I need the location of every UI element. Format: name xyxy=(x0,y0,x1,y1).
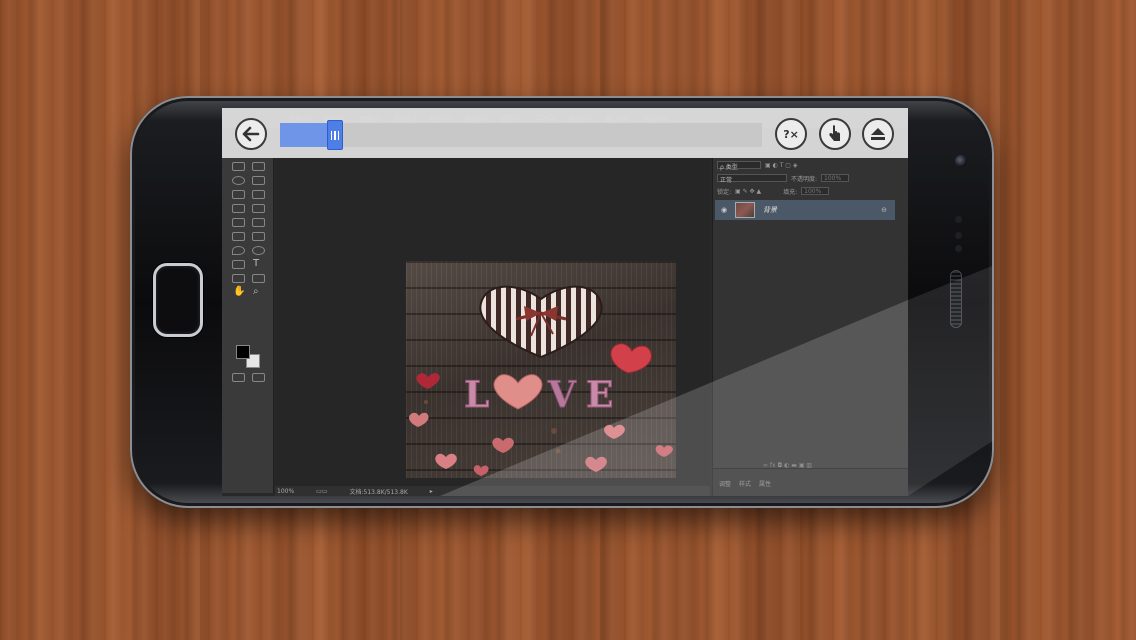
help-close-button[interactable]: ?× xyxy=(775,118,807,150)
document-size: 文档:513.8K/513.8K xyxy=(349,488,408,496)
small-heart xyxy=(409,412,429,427)
zoom-tool-icon[interactable]: ⌕ xyxy=(253,286,259,297)
lock-label: 锁定: xyxy=(717,188,732,196)
small-heart xyxy=(585,456,607,472)
letter-v: V xyxy=(547,374,577,416)
phone-screen: 文件(F)编辑(E)图像(I)图层(L)类型(Y)选择(S)滤镜(T)3D(D)… xyxy=(222,108,908,496)
move-tool-icon[interactable] xyxy=(252,162,265,171)
opacity-label: 不透明度: xyxy=(791,175,818,183)
history-brush-icon[interactable] xyxy=(252,218,265,227)
small-heart xyxy=(604,424,625,439)
status-icon: ▭▭ xyxy=(316,487,328,495)
eyedropper-icon[interactable] xyxy=(252,190,265,199)
foreground-color-swatch[interactable] xyxy=(236,345,250,359)
crop-tool-icon[interactable] xyxy=(232,190,245,199)
layers-panel: ρ 类型 ▣ ◐ T ▢ ◈ 正常 不透明度: 100% 锁定: ▣ ✎ ✥ ▲… xyxy=(712,158,908,496)
layer-thumbnail xyxy=(735,202,755,218)
sensor-dot xyxy=(955,245,962,252)
letter-l: L xyxy=(464,374,489,416)
heart-gift-box xyxy=(479,285,603,359)
fill-input[interactable]: 100% xyxy=(801,187,830,195)
panel-tabs: 调整样式属性 颜色色板路径 xyxy=(713,468,908,496)
canvas-area: L V E xyxy=(275,158,710,486)
back-button[interactable] xyxy=(235,118,267,150)
lasso-tool-icon[interactable] xyxy=(232,176,245,185)
progress-handle[interactable] xyxy=(327,120,343,150)
eject-button[interactable] xyxy=(862,118,894,150)
panel-tab[interactable]: 调整 xyxy=(719,481,731,488)
panel-tab[interactable]: 样式 xyxy=(739,481,751,488)
brush-tool-icon[interactable] xyxy=(252,204,265,213)
layer-row-background[interactable]: ◉ 背景 ⊖ xyxy=(715,200,895,220)
small-heart xyxy=(416,373,440,389)
heart-letter-o xyxy=(493,374,543,410)
red-heart xyxy=(610,343,652,374)
hand-tool-icon[interactable]: ✋ xyxy=(233,286,245,297)
layer-filter-select[interactable]: ρ 类型 xyxy=(717,161,761,171)
filter-icons[interactable]: ▣ ◐ T ▢ ◈ xyxy=(765,162,797,169)
rectangle-tool-icon[interactable] xyxy=(252,274,265,283)
hand-pointer-icon xyxy=(829,125,840,141)
blend-mode-select[interactable]: 正常 xyxy=(717,174,787,184)
path-select-icon[interactable] xyxy=(232,274,245,283)
small-heart xyxy=(473,465,489,476)
progress-slider[interactable] xyxy=(280,120,762,150)
stamp-tool-icon[interactable] xyxy=(232,218,245,227)
layer-name: 背景 xyxy=(763,206,777,214)
quick-mask-icon[interactable] xyxy=(232,373,245,382)
gradient-tool-icon[interactable] xyxy=(252,232,265,241)
marquee-tool-icon[interactable] xyxy=(232,162,245,171)
hand-pointer-button[interactable] xyxy=(819,118,851,150)
front-camera xyxy=(955,155,967,167)
type-tool-icon[interactable]: T xyxy=(253,258,259,269)
document-image: L V E xyxy=(406,261,676,478)
visibility-eye-icon[interactable]: ◉ xyxy=(721,206,727,214)
home-button[interactable] xyxy=(153,263,203,337)
blur-tool-icon[interactable] xyxy=(232,246,245,255)
tools-panel: T ✋ ⌕ xyxy=(222,158,274,493)
fill-label: 填充: xyxy=(783,188,798,196)
playback-control-bar: ?× xyxy=(222,108,908,158)
status-bar: 100% ▭▭ 文档:513.8K/513.8K ▸ xyxy=(275,486,710,496)
eraser-tool-icon[interactable] xyxy=(232,232,245,241)
lock-icons[interactable]: ▣ ✎ ✥ ▲ xyxy=(735,188,761,195)
small-heart xyxy=(655,445,673,457)
pen-tool-icon[interactable] xyxy=(232,260,245,269)
lock-icon: ⊖ xyxy=(881,206,887,214)
sensor-dot xyxy=(955,232,962,239)
eject-icon xyxy=(871,128,885,140)
opacity-input[interactable]: 100% xyxy=(821,174,850,182)
small-heart xyxy=(492,437,514,453)
sensor-dot xyxy=(955,216,962,223)
back-arrow-icon xyxy=(242,126,260,142)
speaker-grille xyxy=(950,270,962,328)
magic-wand-icon[interactable] xyxy=(252,176,265,185)
healing-brush-icon[interactable] xyxy=(232,204,245,213)
help-close-icon: ?× xyxy=(783,127,799,141)
dodge-tool-icon[interactable] xyxy=(252,246,265,255)
zoom-level[interactable]: 100% xyxy=(277,488,294,495)
small-heart xyxy=(435,453,457,469)
panel-tab[interactable]: 属性 xyxy=(759,481,771,488)
love-photo: L V E xyxy=(409,285,673,476)
screen-mode-icon[interactable] xyxy=(252,373,265,382)
letter-e: E xyxy=(586,374,613,416)
status-arrow[interactable]: ▸ xyxy=(430,488,433,495)
